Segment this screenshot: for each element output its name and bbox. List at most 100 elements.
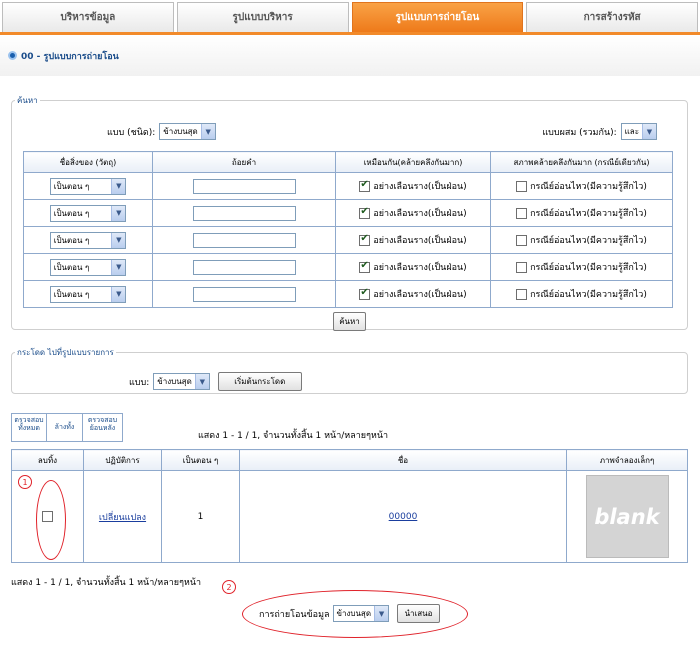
similar-checkbox[interactable] <box>359 287 371 300</box>
col-header: ชื่อ <box>239 449 567 471</box>
field-select[interactable]: เป็นตอน ๆ ▼ <box>49 177 127 195</box>
keyword-input[interactable] <box>192 286 296 302</box>
field-select[interactable]: เป็นตอน ๆ ▼ <box>49 258 127 276</box>
similar-checkbox[interactable] <box>359 179 371 192</box>
criteria-row: เป็นตอน ๆ▼ อย่างเลือนราง(เป็นฝ่อน) กรณีย์อ… <box>23 173 673 200</box>
search-button[interactable]: ค้นหา <box>333 312 366 331</box>
criteria-cell: อย่างเลือนราง(เป็นฝ่อน) <box>336 254 491 280</box>
criteria-cell: อย่างเลือนราง(เป็นฝ่อน) <box>336 173 491 199</box>
criteria-cell: เป็นตอน ๆ ▼ <box>24 200 153 226</box>
action-cell: เปลี่ยนแปลง <box>83 470 162 563</box>
page-header: 00 - รูปแบบการถ่ายโอน <box>0 32 700 76</box>
results-table: ลบทิ้ง ปฏิบัติการ เป็นตอน ๆ ชื่อ ภาพจำลอ… <box>11 449 688 563</box>
field-select[interactable]: เป็นตอน ๆ ▼ <box>49 285 127 303</box>
criteria-cell <box>153 281 336 307</box>
annotation-ring-1 <box>36 480 66 560</box>
clear-all-button[interactable]: ล้างทั้ง <box>47 414 83 441</box>
combine-select[interactable]: และ ▼ <box>620 123 657 140</box>
jump-label: แบบ: <box>129 377 150 388</box>
combine-label: แบบผสม (รวมกัน): <box>542 127 617 138</box>
case-checkbox[interactable] <box>516 207 528 219</box>
chevron-down-icon: ▼ <box>111 205 126 221</box>
criteria-cell: กรณีย์อ่อนไหว(มีความรู้สึกไว) <box>491 173 672 199</box>
criteria-cell: อย่างเลือนราง(เป็นฝ่อน) <box>336 281 491 307</box>
table-header-row: ชื่อสิ่งของ (วัตถุ) ถ้อยคำ เหมือนกัน(คล้… <box>23 151 673 173</box>
search-criteria-table: ชื่อสิ่งของ (วัตถุ) ถ้อยคำ เหมือนกัน(คล้… <box>23 151 673 173</box>
tab-management-format[interactable]: รูปแบบบริหาร <box>176 2 349 32</box>
keyword-input[interactable] <box>192 259 296 275</box>
criteria-row: เป็นตอน ๆ▼ อย่างเลือนราง(เป็นฝ่อน) กรณีย์อ… <box>23 254 673 281</box>
similar-checkbox[interactable] <box>359 233 371 246</box>
tab-transfer-format[interactable]: รูปแบบการถ่ายโอน <box>351 2 524 32</box>
keyword-input[interactable] <box>192 232 296 248</box>
criteria-rows: เป็นตอน ๆ▼ อย่างเลือนราง(เป็นฝ่อน) กรณีย์อ… <box>23 173 673 308</box>
case-checkbox[interactable] <box>516 180 528 192</box>
similar-label: อย่างเลือนราง(เป็นฝ่อน) <box>373 182 467 192</box>
criteria-row: เป็นตอน ๆ▼ อย่างเลือนราง(เป็นฝ่อน) กรณีย์อ… <box>23 281 673 308</box>
similar-label: อย่างเลือนราง(เป็นฝ่อน) <box>373 236 467 246</box>
seq-cell: 1 <box>161 470 240 563</box>
col-header: ถ้อยคำ <box>152 151 336 173</box>
criteria-cell: เป็นตอน ๆ ▼ <box>24 227 153 253</box>
type-label: แบบ (ชนิด): <box>107 127 156 138</box>
main-tabs: บริหารข้อมูล รูปแบบบริหาร รูปแบบการถ่ายโ… <box>0 0 700 32</box>
criteria-cell: เป็นตอน ๆ ▼ <box>24 173 153 199</box>
criteria-cell: อย่างเลือนราง(เป็นฝ่อน) <box>336 227 491 253</box>
name-link[interactable]: 00000 <box>389 512 418 522</box>
case-label: กรณีย์อ่อนไหว(มีความรู้สึกไว) <box>530 182 647 192</box>
criteria-cell <box>153 227 336 253</box>
criteria-cell: เป็นตอน ๆ ▼ <box>24 281 153 307</box>
criteria-cell: กรณีย์อ่อนไหว(มีความรู้สึกไว) <box>491 227 672 253</box>
check-all-button[interactable]: ตรวจสอบทั้งหมด <box>12 414 47 441</box>
criteria-cell: อย่างเลือนราง(เป็นฝ่อน) <box>336 200 491 226</box>
field-select[interactable]: เป็นตอน ๆ ▼ <box>49 231 127 249</box>
page-title: 00 - รูปแบบการถ่ายโอน <box>21 51 119 62</box>
col-header: ภาพจำลองเล็กๆ <box>566 449 688 471</box>
chevron-down-icon: ▼ <box>200 124 215 139</box>
chevron-down-icon: ▼ <box>642 124 656 139</box>
jump-select[interactable]: ข้างบนสุด ▼ <box>153 373 210 390</box>
check-reverse-button[interactable]: ตรวจสอบย้อนหลัง <box>83 414 122 441</box>
search-panel: ค้นหา แบบ (ชนิด): ข้างบนสุด ▼ แบบผสม (รวม… <box>11 94 688 331</box>
case-checkbox[interactable] <box>516 234 528 246</box>
tab-code-generation[interactable]: การสร้างรหัส <box>526 2 698 32</box>
criteria-row: เป็นตอน ๆ▼ อย่างเลือนราง(เป็นฝ่อน) กรณีย์อ… <box>23 200 673 227</box>
annotation-ring-2 <box>242 590 468 638</box>
chevron-down-icon: ▼ <box>111 286 126 302</box>
thumbnail-image: blank <box>585 475 669 558</box>
type-select[interactable]: ข้างบนสุด ▼ <box>159 123 216 140</box>
jump-legend: กระโดด ไปที่รูปแบบรายการ <box>17 348 114 357</box>
case-checkbox[interactable] <box>516 261 528 273</box>
edit-link[interactable]: เปลี่ยนแปลง <box>99 513 146 523</box>
similar-checkbox[interactable] <box>359 206 371 219</box>
name-cell: 00000 <box>239 470 567 563</box>
case-label: กรณีย์อ่อนไหว(มีความรู้สึกไว) <box>530 236 647 246</box>
criteria-cell: เป็นตอน ๆ ▼ <box>24 254 153 280</box>
criteria-cell: กรณีย์อ่อนไหว(มีความรู้สึกไว) <box>491 254 672 280</box>
paging-text-top: แสดง 1 - 1 / 1, จำนวนทั้งสิ้น 1 หน้า/หลา… <box>198 431 389 441</box>
chevron-down-icon: ▼ <box>111 178 126 194</box>
case-checkbox[interactable] <box>516 288 528 300</box>
tab-data-management[interactable]: บริหารข้อมูล <box>2 2 174 32</box>
similar-checkbox[interactable] <box>359 260 371 273</box>
col-header: ปฏิบัติการ <box>83 449 162 471</box>
case-label: กรณีย์อ่อนไหว(มีความรู้สึกไว) <box>530 209 647 219</box>
start-jump-button[interactable]: เริ่มต้นกระโดด <box>217 372 302 391</box>
similar-label: อย่างเลือนราง(เป็นฝ่อน) <box>373 209 467 219</box>
keyword-input[interactable] <box>192 205 296 221</box>
annotation-number-1: 1 <box>18 475 32 489</box>
criteria-cell <box>153 200 336 226</box>
criteria-cell <box>153 173 336 199</box>
col-header: สภาพคล้ายคลึงกันมาก (กรณีย์เดียวกัน) <box>490 151 673 173</box>
jump-panel: กระโดด ไปที่รูปแบบรายการ แบบ: ข้างบนสุด ▼… <box>11 346 688 394</box>
similar-label: อย่างเลือนราง(เป็นฝ่อน) <box>373 290 467 300</box>
annotation-number-2: 2 <box>222 580 236 594</box>
chevron-down-icon: ▼ <box>111 259 126 275</box>
table-row: เปลี่ยนแปลง 1 00000 blank <box>11 470 688 563</box>
chevron-down-icon: ▼ <box>111 232 126 248</box>
keyword-input[interactable] <box>192 178 296 194</box>
col-header: ชื่อสิ่งของ (วัตถุ) <box>23 151 153 173</box>
field-select[interactable]: เป็นตอน ๆ ▼ <box>49 204 127 222</box>
case-label: กรณีย์อ่อนไหว(มีความรู้สึกไว) <box>530 263 647 273</box>
table-header-row: ลบทิ้ง ปฏิบัติการ เป็นตอน ๆ ชื่อ ภาพจำลอ… <box>11 449 688 471</box>
